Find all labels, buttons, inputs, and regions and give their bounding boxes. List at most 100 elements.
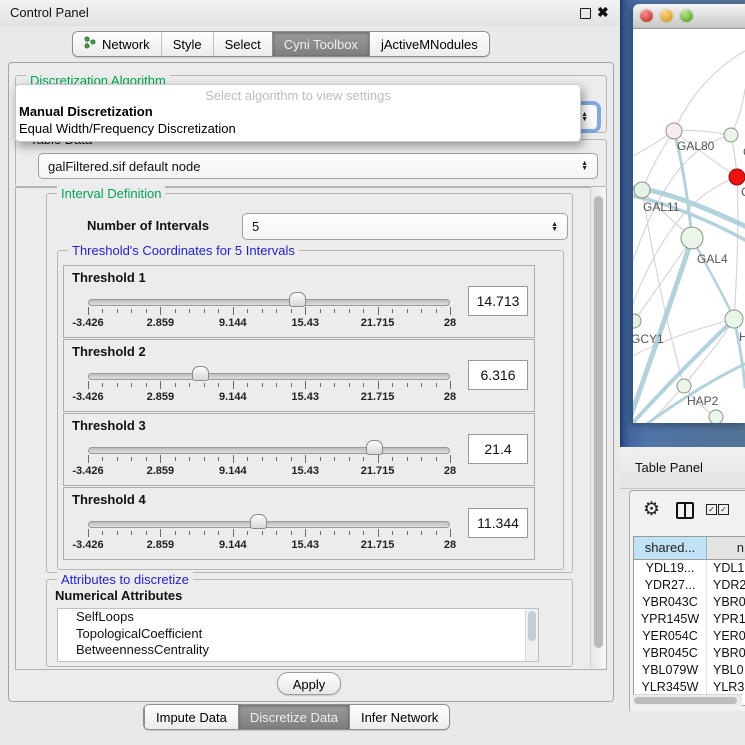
slider-track[interactable] — [88, 299, 450, 306]
column-header-name[interactable]: n — [707, 537, 745, 559]
table-data-combobox[interactable]: galFiltered.sif default node ▲▼ — [38, 153, 598, 179]
float-window-icon[interactable] — [580, 8, 591, 19]
horizontal-scrollbar[interactable] — [632, 694, 742, 706]
cell-name[interactable]: YBR0 — [707, 645, 745, 662]
threshold-slider[interactable]: -3.4262.8599.14415.4321.71528 — [88, 290, 450, 336]
threshold-value-field[interactable] — [468, 508, 528, 538]
top-tab-bar: NetworkStyleSelectCyni ToolboxjActiveMNo… — [72, 31, 490, 57]
slider-track[interactable] — [88, 447, 450, 454]
network-node-h[interactable] — [725, 310, 743, 328]
split-columns-icon[interactable] — [676, 502, 694, 519]
attributes-list-scrollbar[interactable] — [525, 609, 538, 661]
tick-label: -3.426 — [72, 317, 103, 329]
slider-thumb[interactable] — [289, 292, 306, 307]
dropdown-option-equal-width[interactable]: Equal Width/Frequency Discretization — [16, 120, 580, 137]
table-panel-titlebar: Table Panel — [620, 447, 745, 489]
network-window-titlebar[interactable] — [633, 4, 745, 29]
cell-shared-name[interactable]: YBL079W — [634, 662, 707, 679]
threshold-value-field[interactable] — [468, 434, 528, 464]
minimize-traffic-light-icon[interactable] — [660, 9, 673, 22]
apply-button[interactable]: Apply — [277, 672, 341, 695]
table-row[interactable]: YBL079WYBL0 — [634, 662, 745, 679]
threshold-value-field[interactable] — [468, 360, 528, 390]
network-node-gal11[interactable] — [634, 182, 650, 198]
attribute-list-item[interactable]: BetweennessCentrality — [58, 642, 538, 659]
slider-track[interactable] — [88, 521, 450, 528]
cell-shared-name[interactable]: YBR043C — [634, 594, 707, 611]
table-row[interactable]: YDL19...YDL1 — [634, 560, 745, 577]
network-node-hap2[interactable] — [677, 379, 691, 393]
node-label: GCY1 — [633, 332, 664, 346]
tab-discretize-data[interactable]: Discretize Data — [238, 705, 349, 729]
cell-name[interactable]: YDR2 — [707, 577, 745, 594]
table-row[interactable]: YPR145WYPR1 — [634, 611, 745, 628]
tick-label: 21.715 — [361, 465, 395, 477]
cell-name[interactable]: YPR1 — [707, 611, 745, 628]
scrollbar-thumb[interactable] — [634, 697, 737, 704]
network-node-red-node[interactable] — [729, 169, 745, 185]
tick-label: 9.144 — [219, 317, 247, 329]
checkbox-icon[interactable]: ✓ — [718, 504, 729, 515]
cell-name[interactable]: YER0 — [707, 628, 745, 645]
table-row[interactable]: YBR045CYBR0 — [634, 645, 745, 662]
scrollbar-thumb[interactable] — [528, 611, 536, 641]
table-row[interactable]: YBR043CYBR0 — [634, 594, 745, 611]
zoom-traffic-light-icon[interactable] — [680, 9, 693, 22]
table-row[interactable]: YDR27...YDR2 — [634, 577, 745, 594]
dropdown-option-manual[interactable]: Manual Discretization — [16, 103, 580, 120]
cell-name[interactable]: YBR0 — [707, 594, 745, 611]
tab-label: Infer Network — [361, 710, 438, 725]
slider-track[interactable] — [88, 373, 450, 380]
threshold-slider[interactable]: -3.4262.8599.14415.4321.71528 — [88, 364, 450, 410]
network-canvas[interactable]: GAL80GACGAL11GAL4GCY1HHAP2 — [633, 29, 745, 423]
tab-jactivemnodules[interactable]: jActiveMNodules — [369, 32, 489, 56]
threshold-panel-2: Threshold 2-3.4262.8599.14415.4321.71528 — [63, 339, 535, 412]
tab-network[interactable]: Network — [73, 32, 161, 56]
table-row[interactable]: YER054CYER0 — [634, 628, 745, 645]
threshold-value-field[interactable] — [468, 286, 528, 316]
node-label: C — [741, 185, 745, 199]
slider-thumb[interactable] — [250, 514, 267, 529]
checkbox-icon[interactable]: ✓ — [706, 504, 717, 515]
tab-style[interactable]: Style — [161, 32, 213, 56]
tick-label: 28 — [444, 317, 456, 329]
numerical-attributes-list[interactable]: SelfLoopsTopologicalCoefficientBetweenne… — [57, 608, 539, 662]
threshold-slider[interactable]: -3.4262.8599.14415.4321.71528 — [88, 438, 450, 484]
attribute-list-item[interactable]: TopologicalCoefficient — [58, 626, 538, 643]
cell-name[interactable]: YBL0 — [707, 662, 745, 679]
network-node-gal4[interactable] — [681, 227, 703, 249]
close-icon[interactable]: ✖ — [597, 4, 609, 21]
cell-shared-name[interactable]: YBR045C — [634, 645, 707, 662]
network-node-gal80[interactable] — [666, 123, 682, 139]
vertical-scrollbar[interactable] — [590, 187, 606, 668]
column-header-shared-name[interactable]: shared... — [634, 537, 707, 559]
tick-label: 28 — [444, 465, 456, 477]
cell-name[interactable]: YDL1 — [707, 560, 745, 577]
node-attribute-table[interactable]: shared... n YDL19...YDL1YDR27...YDR2YBR0… — [633, 536, 745, 706]
threshold-label: Threshold 4 — [72, 492, 146, 507]
cell-shared-name[interactable]: YDR27... — [634, 577, 707, 594]
cell-shared-name[interactable]: YPR145W — [634, 611, 707, 628]
tick-label: 28 — [444, 539, 456, 551]
attributes-group: Attributes to discretize Numerical Attri… — [46, 579, 573, 667]
tab-cyni-toolbox[interactable]: Cyni Toolbox — [272, 32, 369, 56]
network-node-ga[interactable] — [724, 128, 738, 142]
cell-shared-name[interactable]: YDL19... — [634, 560, 707, 577]
gear-icon[interactable]: ⚙ — [643, 498, 660, 521]
tab-infer-network[interactable]: Infer Network — [349, 705, 449, 729]
network-node-gcy1[interactable] — [633, 314, 641, 328]
node-label: H — [739, 330, 745, 344]
network-node-node[interactable] — [709, 410, 723, 423]
scrollbar-thumb[interactable] — [594, 196, 603, 648]
interval-definition-group: Interval Definition Number of Intervals … — [46, 193, 573, 573]
cell-shared-name[interactable]: YER054C — [634, 628, 707, 645]
close-traffic-light-icon[interactable] — [640, 9, 653, 22]
number-of-intervals-combobox[interactable]: 5 ▲▼ — [242, 213, 568, 240]
threshold-slider[interactable]: -3.4262.8599.14415.4321.71528 — [88, 512, 450, 558]
tab-impute-data[interactable]: Impute Data — [144, 705, 238, 729]
network-view-window: GAL80GACGAL11GAL4GCY1HHAP2 — [633, 4, 745, 423]
slider-thumb[interactable] — [192, 366, 209, 381]
attribute-list-item[interactable]: SelfLoops — [58, 609, 538, 626]
tab-select[interactable]: Select — [213, 32, 272, 56]
slider-thumb[interactable] — [366, 440, 383, 455]
